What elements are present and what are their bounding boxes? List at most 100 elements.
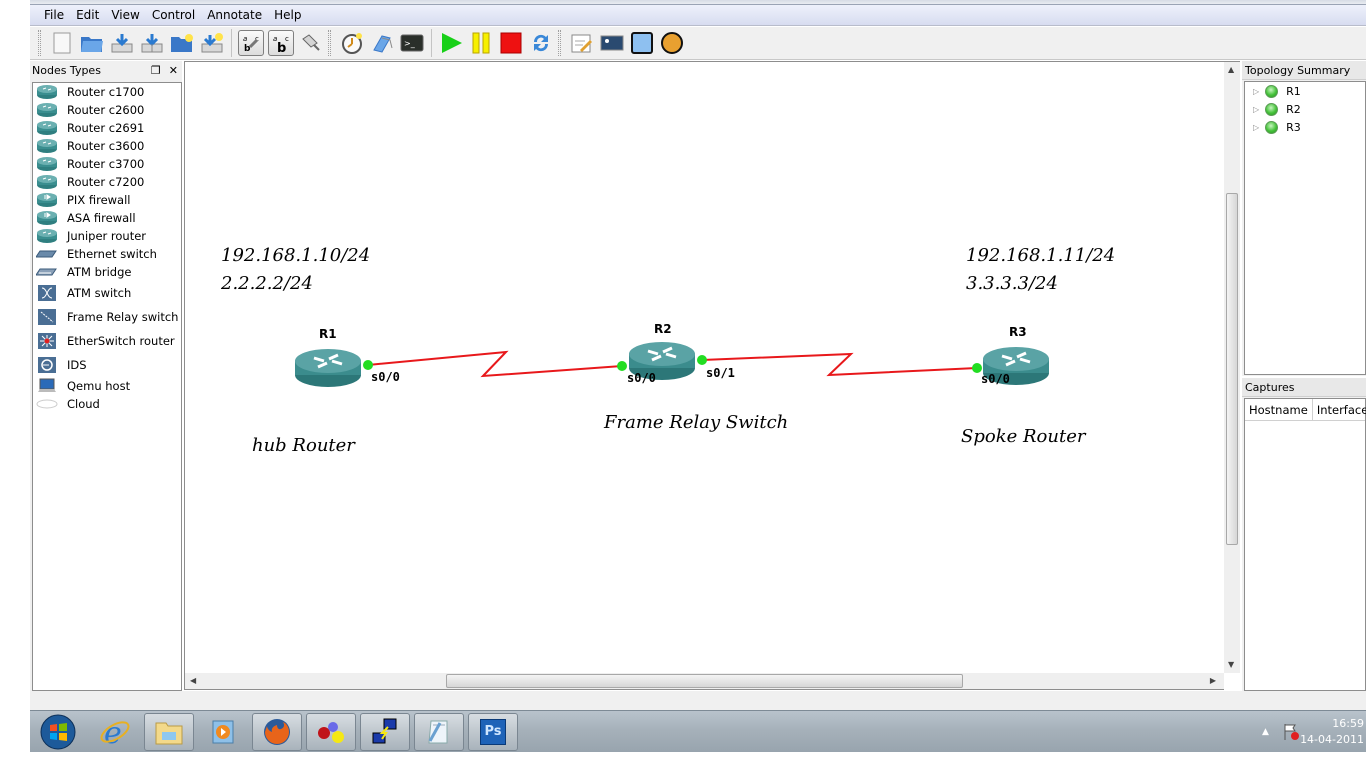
column-hostname[interactable]: Hostname — [1245, 399, 1313, 420]
windows-taskbar: e Ps ▲ 16:59 14-04-2011 — [30, 710, 1366, 752]
close-dock-icon[interactable]: ✕ — [169, 64, 178, 77]
node-type-item[interactable]: EtherSwitch router — [33, 329, 181, 353]
r1-ip-note[interactable]: 192.168.1.10/24 2.2.2.2/24 — [221, 242, 370, 298]
stop-icon — [500, 32, 522, 54]
node-type-item[interactable]: ATM bridge — [33, 263, 181, 281]
taskbar-windows-explorer[interactable] — [144, 712, 194, 751]
r3-ip-note[interactable]: 192.168.1.11/24 3.3.3.3/24 — [966, 242, 1115, 298]
toolbar-grip[interactable] — [558, 30, 561, 56]
node-type-item[interactable]: Router c3600 — [33, 137, 181, 155]
taskbar-putty[interactable] — [360, 712, 410, 751]
add-link-button[interactable] — [298, 30, 324, 56]
node-type-item[interactable]: IDS — [33, 353, 181, 377]
taskbar-media-player[interactable] — [198, 713, 248, 751]
captures-table: Hostname Interface — [1244, 398, 1366, 691]
r2-s0-1-status-dot — [697, 355, 707, 365]
add-note-button[interactable] — [569, 30, 595, 56]
router-r1[interactable] — [295, 349, 361, 387]
scroll-down-icon[interactable]: ▼ — [1228, 660, 1234, 669]
spoke-router-caption[interactable]: Spoke Router — [961, 426, 1085, 447]
show-hostnames-icon: a cb — [273, 35, 289, 53]
node-type-item[interactable]: Router c7200 — [33, 173, 181, 191]
suspend-button[interactable] — [468, 30, 494, 56]
node-type-item[interactable]: Router c3700 — [33, 155, 181, 173]
node-type-item[interactable]: Cloud — [33, 395, 181, 413]
taskbar-internet-explorer[interactable]: e — [90, 713, 140, 751]
show-hostnames-button[interactable]: acb — [268, 30, 294, 56]
draw-ellipse-button[interactable] — [659, 30, 685, 56]
clock-time: 16:59 — [1332, 717, 1364, 730]
menu-annotate[interactable]: Annotate — [201, 8, 268, 22]
idle-pc-button[interactable] — [369, 30, 395, 56]
taskbar-firefox[interactable] — [252, 712, 302, 751]
node-type-label: ASA firewall — [67, 211, 136, 225]
insert-picture-icon — [600, 35, 624, 51]
node-type-label: Router c3700 — [67, 157, 145, 171]
column-interface[interactable]: Interface — [1313, 399, 1366, 420]
taskbar-gns3[interactable] — [306, 712, 356, 751]
topology-summary-item[interactable]: ▷ R3 — [1245, 118, 1365, 136]
menu-help[interactable]: Help — [268, 8, 307, 22]
menu-control[interactable]: Control — [146, 8, 201, 22]
start-button[interactable] — [438, 30, 464, 56]
node-type-item[interactable]: PIX firewall — [33, 191, 181, 209]
horizontal-scroll-thumb[interactable] — [446, 674, 963, 688]
show-interface-labels-button[interactable]: acb — [238, 30, 264, 56]
toolbar-grip[interactable] — [328, 30, 331, 56]
hub-router-caption[interactable]: hub Router — [252, 435, 355, 456]
node-type-item[interactable]: ASA firewall — [33, 209, 181, 227]
draw-rectangle-button[interactable] — [629, 30, 655, 56]
node-type-item[interactable]: Ethernet switch — [33, 245, 181, 263]
new-topology-button[interactable] — [49, 30, 75, 56]
show-hidden-icons[interactable]: ▲ — [1262, 727, 1269, 737]
insert-picture-button[interactable] — [599, 30, 625, 56]
r2-hostname: R2 — [654, 322, 672, 336]
save-as-button[interactable] — [139, 30, 165, 56]
taskbar-notepad[interactable] — [414, 712, 464, 751]
console-button[interactable]: >_ — [399, 30, 425, 56]
serial-link[interactable] — [367, 350, 623, 378]
start-button[interactable] — [34, 712, 82, 752]
save-icon — [111, 34, 133, 53]
reload-button[interactable] — [528, 30, 554, 56]
node-type-label: PIX firewall — [67, 193, 131, 207]
save-project-button[interactable] — [199, 30, 225, 56]
action-center-flag-icon[interactable] — [1281, 722, 1301, 742]
menu-edit[interactable]: Edit — [70, 8, 105, 22]
frame-relay-switch-caption[interactable]: Frame Relay Switch — [604, 412, 788, 433]
snapshot-button[interactable] — [339, 30, 365, 56]
node-type-item[interactable]: Qemu host — [33, 377, 181, 395]
expand-arrow-icon[interactable]: ▷ — [1253, 105, 1259, 114]
topology-summary-item[interactable]: ▷ R2 — [1245, 100, 1365, 118]
taskbar-photoshop[interactable]: Ps — [468, 712, 518, 751]
node-type-item[interactable]: Frame Relay switch — [33, 305, 181, 329]
canvas-horizontal-scrollbar[interactable]: ◀ ▶ — [184, 673, 1224, 690]
node-type-item[interactable]: Juniper router — [33, 227, 181, 245]
node-type-item[interactable]: Router c2600 — [33, 101, 181, 119]
node-type-item[interactable]: ATM switch — [33, 281, 181, 305]
scroll-right-icon[interactable]: ▶ — [1210, 676, 1216, 685]
open-project-button[interactable] — [169, 30, 195, 56]
menu-file[interactable]: File — [38, 8, 70, 22]
float-dock-icon[interactable]: ❐ — [151, 64, 161, 77]
scroll-left-icon[interactable]: ◀ — [190, 676, 196, 685]
stop-button[interactable] — [498, 30, 524, 56]
node-type-item[interactable]: Router c1700 — [33, 83, 181, 101]
toolbar-grip[interactable] — [38, 30, 41, 56]
vertical-scroll-thumb[interactable] — [1226, 193, 1238, 545]
expand-arrow-icon[interactable]: ▷ — [1253, 123, 1259, 132]
topology-summary-item[interactable]: ▷ R1 — [1245, 82, 1365, 100]
open-button[interactable] — [79, 30, 105, 56]
serial-link[interactable] — [701, 352, 978, 377]
system-clock[interactable]: 16:59 14-04-2011 — [1300, 716, 1364, 748]
reload-icon — [533, 34, 549, 52]
menu-view[interactable]: View — [105, 8, 145, 22]
topology-canvas[interactable]: 192.168.1.10/24 2.2.2.2/24 192.168.1.11/… — [184, 61, 1224, 673]
save-button[interactable] — [109, 30, 135, 56]
node-type-item[interactable]: Router c2691 — [33, 119, 181, 137]
canvas-vertical-scrollbar[interactable]: ▲ ▼ — [1224, 61, 1240, 673]
node-type-label: Cloud — [67, 397, 100, 411]
expand-arrow-icon[interactable]: ▷ — [1253, 87, 1259, 96]
r2-s0-1-label: s0/1 — [706, 366, 735, 380]
scroll-up-icon[interactable]: ▲ — [1228, 65, 1234, 74]
